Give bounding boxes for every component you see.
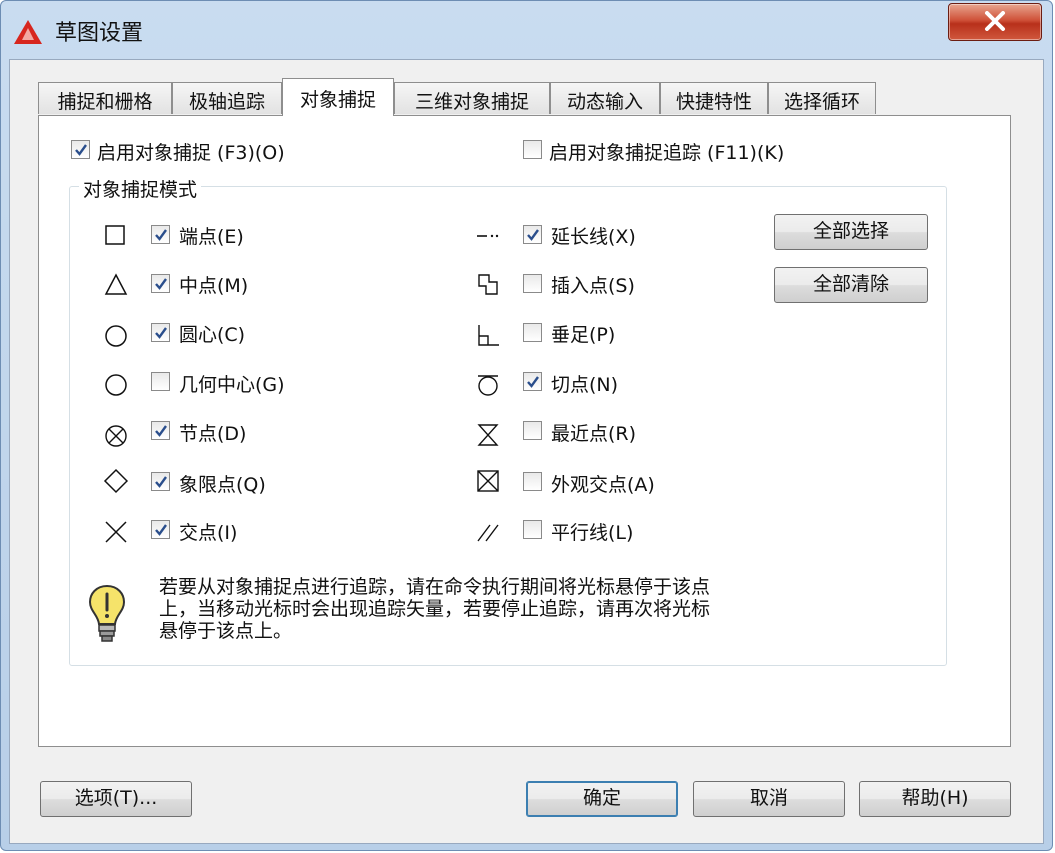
insertion-label[interactable]: 插入点(S) <box>551 271 635 298</box>
parallel-checkbox[interactable] <box>523 520 542 539</box>
checkmark-icon <box>155 425 167 437</box>
drafting-settings-dialog: 草图设置 捕捉和栅格 极轴追踪 对象捕捉 三维对象捕捉 动态输入 快捷特性 选择… <box>0 0 1053 851</box>
options-button[interactable]: 选项(T)... <box>40 781 192 817</box>
hint-line: 上，当移动光标时会出现追踪矢量，若要停止追踪，请再次将光标 <box>159 598 711 620</box>
quadrant-checkbox[interactable] <box>151 472 170 491</box>
node-label[interactable]: 节点(D) <box>179 419 246 446</box>
midpoint-checkbox[interactable] <box>151 274 170 293</box>
tab-selection-cycling[interactable]: 选择循环 <box>768 82 876 114</box>
checkmark-icon <box>155 278 167 290</box>
node-checkbox[interactable] <box>151 421 170 440</box>
node-icon <box>105 425 127 447</box>
close-button[interactable] <box>948 3 1042 41</box>
circle-icon <box>105 325 127 347</box>
extension-checkbox[interactable] <box>523 225 542 244</box>
hint-line: 若要从对象捕捉点进行追踪，请在命令执行期间将光标悬停于该点 <box>159 576 711 598</box>
parallel-label[interactable]: 平行线(L) <box>551 518 633 545</box>
object-snap-panel: 启用对象捕捉 (F3)(O) 启用对象捕捉追踪 (F11)(K) 对象捕捉模式 … <box>38 115 1011 747</box>
square-icon <box>105 225 125 245</box>
apparent-intersection-icon <box>477 470 499 492</box>
lightbulb-icon <box>88 584 126 642</box>
center-checkbox[interactable] <box>151 323 170 342</box>
tangent-label[interactable]: 切点(N) <box>551 370 618 397</box>
cancel-button[interactable]: 取消 <box>693 781 845 817</box>
ok-button[interactable]: 确定 <box>526 781 678 817</box>
insertion-checkbox[interactable] <box>523 274 542 293</box>
nearest-label[interactable]: 最近点(R) <box>551 419 636 446</box>
checkmark-icon <box>155 524 167 536</box>
checkmark-icon <box>155 476 167 488</box>
checkmark-icon <box>527 376 539 388</box>
geometric-center-icon <box>105 374 127 396</box>
x-cross-icon <box>105 521 127 543</box>
enable-tracking-label[interactable]: 启用对象捕捉追踪 (F11)(K) <box>549 138 784 165</box>
clear-all-button[interactable]: 全部清除 <box>774 267 928 303</box>
triangle-icon <box>104 273 128 295</box>
geometric-center-checkbox[interactable] <box>151 372 170 391</box>
tab-snap-grid[interactable]: 捕捉和栅格 <box>38 82 172 114</box>
tab-object-snap[interactable]: 对象捕捉 <box>282 78 394 116</box>
checkmark-icon <box>155 229 167 241</box>
perpendicular-label[interactable]: 垂足(P) <box>551 320 615 347</box>
endpoint-checkbox[interactable] <box>151 225 170 244</box>
checkmark-icon <box>527 229 539 241</box>
tangent-checkbox[interactable] <box>523 372 542 391</box>
midpoint-label[interactable]: 中点(M) <box>179 271 248 298</box>
quadrant-label[interactable]: 象限点(Q) <box>179 470 266 497</box>
extension-icon <box>477 234 499 238</box>
tab-dynamic-input[interactable]: 动态输入 <box>550 82 660 114</box>
title-bar[interactable]: 草图设置 <box>1 1 1052 59</box>
nearest-icon <box>477 424 499 446</box>
parallel-icon <box>477 524 499 542</box>
extension-label[interactable]: 延长线(X) <box>551 222 636 249</box>
tracking-hint: 若要从对象捕捉点进行追踪，请在命令执行期间将光标悬停于该点 上，当移动光标时会出… <box>159 576 859 642</box>
snap-modes-group-title: 对象捕捉模式 <box>79 175 202 202</box>
autocad-logo-icon <box>14 20 42 44</box>
perpendicular-icon <box>478 325 499 346</box>
intersection-label[interactable]: 交点(I) <box>179 518 237 545</box>
center-label[interactable]: 圆心(C) <box>179 320 245 347</box>
dialog-body: 捕捉和栅格 极轴追踪 对象捕捉 三维对象捕捉 动态输入 快捷特性 选择循环 启用… <box>9 59 1044 844</box>
tab-3d-object-snap[interactable]: 三维对象捕捉 <box>394 82 550 114</box>
insertion-icon <box>478 274 498 295</box>
close-icon <box>985 11 1005 31</box>
tab-polar-tracking[interactable]: 极轴追踪 <box>172 82 282 114</box>
hint-line: 悬停于该点上。 <box>159 620 293 642</box>
apparent-intersection-checkbox[interactable] <box>523 472 542 491</box>
tab-quick-properties[interactable]: 快捷特性 <box>660 82 768 114</box>
help-button[interactable]: 帮助(H) <box>859 781 1011 817</box>
nearest-checkbox[interactable] <box>523 421 542 440</box>
enable-osnap-checkbox[interactable] <box>71 140 90 159</box>
enable-tracking-checkbox[interactable] <box>523 140 542 159</box>
intersection-checkbox[interactable] <box>151 520 170 539</box>
checkmark-icon <box>155 327 167 339</box>
select-all-button[interactable]: 全部选择 <box>774 214 928 250</box>
geometric-center-label[interactable]: 几何中心(G) <box>179 370 285 397</box>
perpendicular-checkbox[interactable] <box>523 323 542 342</box>
diamond-icon <box>103 468 129 494</box>
endpoint-label[interactable]: 端点(E) <box>179 222 244 249</box>
tangent-icon <box>478 375 498 396</box>
apparent-intersection-label[interactable]: 外观交点(A) <box>551 470 655 497</box>
enable-osnap-label[interactable]: 启用对象捕捉 (F3)(O) <box>97 138 285 165</box>
window-title: 草图设置 <box>55 21 144 46</box>
checkmark-icon <box>75 144 87 156</box>
